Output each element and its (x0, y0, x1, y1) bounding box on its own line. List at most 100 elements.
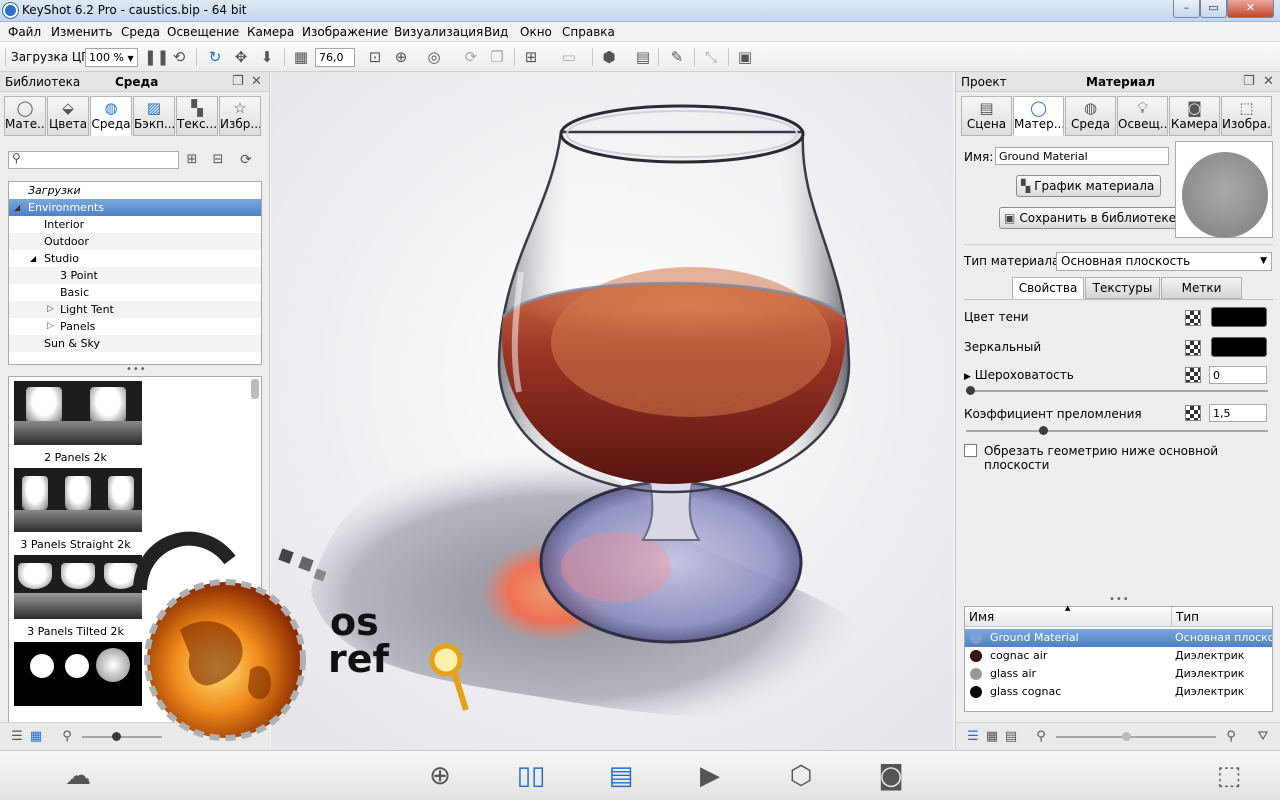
menu-edit[interactable]: Изменить (51, 25, 113, 39)
expand-arrow-icon[interactable]: ▷ (47, 301, 54, 318)
tab-textures[interactable]: ▚ Текс... (176, 96, 218, 136)
edit-geometry-icon[interactable]: ✎ (668, 48, 686, 66)
tree-item-light-tent[interactable]: ▷ Light Tent (9, 301, 261, 318)
splitter-grip-icon[interactable]: ••• (126, 364, 147, 375)
close-panel-icon[interactable]: ✕ (1263, 74, 1274, 89)
splitter-grip-icon[interactable]: ••• (1109, 594, 1130, 605)
screenshot-icon[interactable]: ◙ (873, 759, 909, 793)
tree-item-studio[interactable]: ◢ Studio (9, 250, 261, 267)
camera-list-icon[interactable]: ▭ (560, 48, 578, 66)
console-icon[interactable]: ▣ (736, 48, 754, 66)
ior-slider-knob[interactable] (1039, 426, 1048, 435)
tree-item-environments[interactable]: ◢ Environments (9, 199, 261, 216)
project-list-icon[interactable]: ▤ (603, 759, 639, 793)
texture-map-icon[interactable] (1185, 405, 1201, 421)
panel-toggle-icon[interactable]: ▤ (634, 48, 652, 66)
refresh-cycle-icon[interactable]: ⟲ (170, 48, 188, 66)
thumbnail-size-slider[interactable] (1056, 736, 1216, 738)
pan-icon[interactable]: ⊕ (392, 48, 410, 66)
grid-view-icon[interactable]: ▦ (27, 728, 45, 746)
save-to-library-button[interactable]: ▣ Сохранить в библиотеке (999, 207, 1183, 229)
tree-item-interior[interactable]: Interior (9, 216, 261, 233)
library-search-input[interactable]: ⚲ (8, 151, 179, 169)
thumbnail-scrollbar[interactable] (251, 379, 259, 399)
move-tool-icon[interactable]: ⤡ (702, 48, 720, 66)
slider-knob[interactable] (1122, 732, 1131, 741)
animation-icon[interactable]: ▶ (692, 759, 728, 793)
filter-icon[interactable]: ⛛ (1254, 728, 1272, 746)
texture-map-icon[interactable] (1185, 367, 1201, 383)
menu-render[interactable]: Визуализация (394, 25, 483, 39)
tree-item-outdoor[interactable]: Outdoor (9, 233, 261, 250)
copy-icon[interactable]: ❐ (488, 48, 506, 66)
import-icon[interactable]: ⊕ (422, 759, 458, 793)
subtab-textures[interactable]: Текстуры (1085, 277, 1160, 299)
zoom-in-icon[interactable]: ⚲ (1222, 728, 1240, 746)
column-header-type[interactable]: Тип (1172, 607, 1272, 627)
tab-lighting[interactable]: 💡︎ Освещ... (1117, 96, 1168, 136)
tab-camera[interactable]: ◙ Камера (1169, 96, 1220, 136)
material-name-input[interactable]: Ground Material (995, 147, 1169, 165)
library-book-icon[interactable]: ▯▯ (513, 759, 549, 793)
refresh-library-icon[interactable]: ⟳ (237, 151, 255, 169)
tab-colors[interactable]: ⬙ Цвета (47, 96, 89, 136)
tree-item-downloads[interactable]: Загрузки (9, 182, 261, 199)
expand-arrow-icon[interactable]: ▶ (964, 372, 971, 382)
tree-item-3point[interactable]: 3 Point (9, 267, 261, 284)
perspective-icon[interactable]: ▦ (292, 48, 310, 66)
list-view-icon[interactable]: ☰ (8, 728, 26, 746)
menu-window[interactable]: Окно (520, 25, 552, 39)
pause-icon[interactable]: ❚❚ (144, 48, 169, 66)
menu-lighting[interactable]: Освещение (167, 25, 239, 39)
menu-file[interactable]: Файл (8, 25, 41, 39)
float-panel-icon[interactable]: ❐ (1243, 74, 1255, 89)
subtab-labels[interactable]: Метки (1161, 277, 1242, 299)
subtab-properties[interactable]: Свойства (1012, 277, 1084, 299)
add-folder-icon[interactable]: ⊞ (183, 151, 201, 169)
list-view-icon[interactable]: ☰ (964, 728, 982, 746)
tab-environment[interactable]: ◍ Среда (1065, 96, 1116, 136)
material-type-select[interactable]: Основная плоскость ▼ (1056, 252, 1272, 271)
minimize-button[interactable]: – (1173, 0, 1200, 18)
rotate-icon[interactable]: ⟳ (462, 48, 480, 66)
specular-color-swatch[interactable] (1211, 337, 1267, 357)
tree-item-panels[interactable]: ▷ Panels (9, 318, 261, 335)
grid-view-icon[interactable]: ▦ (983, 728, 1001, 746)
shadow-color-swatch[interactable] (1211, 307, 1267, 327)
tab-environments[interactable]: ◍ Среда (90, 96, 132, 136)
tab-scene[interactable]: ▤ Сцена (961, 96, 1012, 136)
texture-map-icon[interactable] (1185, 340, 1201, 356)
tab-materials[interactable]: ◯ Мате... (4, 96, 46, 136)
close-button[interactable]: ✕ (1227, 0, 1274, 18)
tab-backplates[interactable]: ▨ Бэкп... (133, 96, 175, 136)
tree-item-sun-sky[interactable]: Sun & Sky (9, 335, 261, 352)
table-row[interactable]: glass cognac Диэлектрик (965, 683, 1272, 701)
add-camera-icon[interactable]: ⊞ (522, 48, 540, 66)
fov-input[interactable]: 76,0 (315, 48, 355, 67)
menu-view[interactable]: Вид (484, 25, 508, 39)
tab-material[interactable]: ◯ Матер... (1013, 96, 1064, 136)
roughness-slider[interactable] (966, 390, 1268, 392)
fit-view-icon[interactable]: ✥ (232, 48, 250, 66)
roughness-input[interactable]: 0 (1209, 366, 1267, 384)
zoom-out-icon[interactable]: ⚲ (1032, 728, 1050, 746)
reset-view-icon[interactable]: ↻ (206, 48, 224, 66)
roughness-label[interactable]: ▶ Шероховатость (964, 368, 1074, 382)
menu-help[interactable]: Справка (562, 25, 615, 39)
table-row[interactable]: Ground Material Основная плоско (965, 629, 1272, 647)
thumbnail-2-panels[interactable] (14, 381, 142, 445)
clip-geometry-checkbox[interactable] (964, 444, 977, 457)
zoom-region-icon[interactable]: ⊡ (366, 48, 384, 66)
roughness-slider-knob[interactable] (966, 386, 975, 395)
expand-arrow-icon[interactable]: ▷ (47, 318, 54, 335)
menu-image[interactable]: Изображение (302, 25, 388, 39)
zoom-out-icon[interactable]: ⚲ (58, 728, 76, 746)
maximize-button[interactable]: ▭ (1200, 0, 1227, 18)
camera-nav-icon[interactable]: ◎ (425, 48, 443, 66)
table-row[interactable]: glass air Диэлектрик (965, 665, 1272, 683)
ior-input[interactable]: 1,5 (1209, 404, 1267, 422)
import-folder-icon[interactable]: ⊟ (209, 151, 227, 169)
tab-favorites[interactable]: ☆ Избр... (219, 96, 261, 136)
tab-image[interactable]: ⬚Изобра... (1221, 96, 1272, 136)
menu-environment[interactable]: Среда (121, 25, 160, 39)
